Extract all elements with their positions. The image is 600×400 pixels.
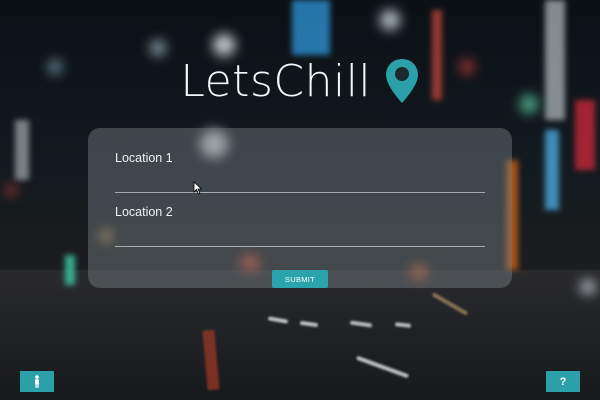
submit-button[interactable]: SUBMIT <box>272 270 328 288</box>
user-button[interactable] <box>20 371 54 392</box>
location-1-input[interactable] <box>115 169 485 193</box>
mouse-cursor-icon <box>193 181 203 195</box>
location-1-field: Location 1 <box>115 151 485 193</box>
location-form: Location 1 Location 2 SUBMIT <box>88 128 512 288</box>
bokeh-light <box>380 10 400 30</box>
map-pin-icon <box>385 58 418 103</box>
neon-sign <box>65 255 75 285</box>
location-1-label: Location 1 <box>115 151 173 165</box>
location-2-field: Location 2 <box>115 205 485 247</box>
app-logo: LetsChill <box>0 56 600 107</box>
help-button[interactable]: ? <box>546 371 580 392</box>
location-2-input[interactable] <box>115 223 485 247</box>
bokeh-light <box>150 40 166 56</box>
neon-sign <box>545 130 559 210</box>
app-title: LetsChill <box>180 56 372 107</box>
bokeh-light <box>580 280 596 294</box>
bokeh-light <box>213 34 235 56</box>
location-2-label: Location 2 <box>115 205 173 219</box>
person-icon <box>35 375 39 388</box>
neon-sign <box>292 0 330 55</box>
bokeh-light <box>6 185 16 195</box>
help-label: ? <box>559 375 567 388</box>
street <box>0 270 600 400</box>
neon-sign <box>15 120 29 180</box>
neon-sign <box>575 100 595 170</box>
